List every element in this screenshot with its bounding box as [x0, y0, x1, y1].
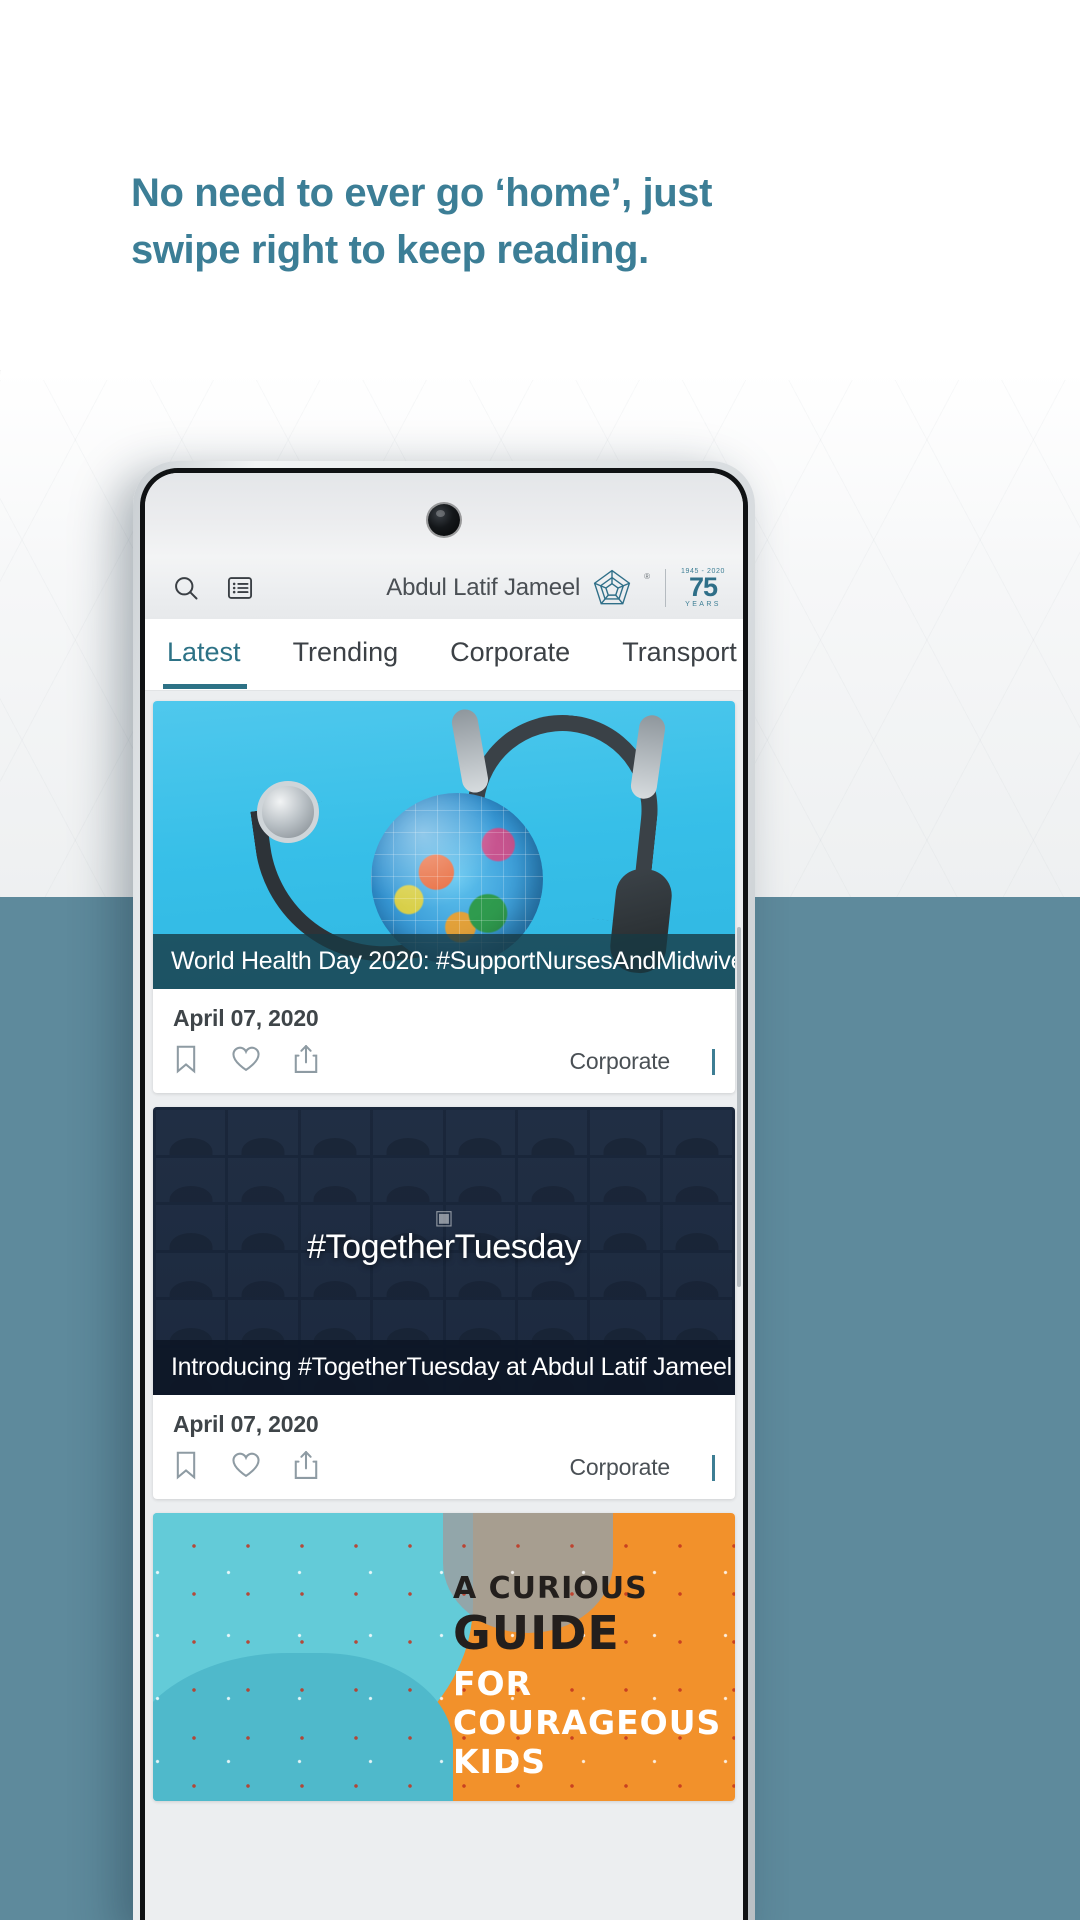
article-media[interactable]: World Health Day 2020: #SupportNursesAnd… [153, 701, 735, 989]
category-tabs: Latest Trending Corporate Transport [145, 619, 743, 691]
article-category[interactable]: Corporate [570, 1048, 671, 1075]
app-header: Abdul Latif Jameel ® 1945 - 2020 75 YEAR… [145, 557, 743, 619]
tab-trending[interactable]: Trending [293, 637, 399, 672]
article-caption: Introducing #TogetherTuesday at Abdul La… [153, 1340, 735, 1395]
list-view-icon[interactable] [223, 571, 257, 605]
article-caption: World Health Day 2020: #SupportNursesAnd… [153, 934, 735, 989]
phone-bezel: Abdul Latif Jameel ® 1945 - 2020 75 YEAR… [140, 468, 748, 1920]
phone-mockup: Abdul Latif Jameel ® 1945 - 2020 75 YEAR… [133, 461, 755, 1920]
feed-scrollbar[interactable] [737, 927, 741, 1287]
category-accent-bar [712, 1048, 715, 1075]
category-accent-bar [712, 1454, 715, 1481]
registered-mark: ® [644, 572, 651, 581]
article-card[interactable]: A CURIOUS GUIDE FOR COURAGEOUS KIDS [153, 1513, 735, 1801]
article-date: April 07, 2020 [173, 1005, 319, 1031]
status-bar-area [145, 473, 743, 557]
video-badge-icon: ▣ [434, 1206, 454, 1229]
article-feed[interactable]: World Health Day 2020: #SupportNursesAnd… [145, 691, 743, 1920]
header-branding: Abdul Latif Jameel ® 1945 - 2020 75 YEAR… [386, 568, 725, 608]
heart-icon[interactable] [231, 1451, 261, 1484]
article-actions: Corporate [173, 1450, 715, 1485]
article-body: April 07, 2020 Corporate [153, 989, 735, 1093]
article-media[interactable]: A CURIOUS GUIDE FOR COURAGEOUS KIDS [153, 1513, 735, 1801]
curious-guide-image: A CURIOUS GUIDE FOR COURAGEOUS KIDS [153, 1513, 735, 1801]
anniversary-badge: 1945 - 2020 75 YEARS [681, 568, 725, 607]
anniversary-number: 75 [688, 572, 718, 603]
brand-name: Abdul Latif Jameel [386, 574, 581, 601]
jameel-logo-icon [593, 569, 631, 605]
guide-line-2: FOR COURAGEOUS KIDS [453, 1664, 722, 1781]
tab-transport[interactable]: Transport [622, 637, 737, 672]
guide-line-1: A CURIOUS GUIDE [453, 1571, 648, 1660]
bookmark-icon[interactable] [173, 1044, 199, 1079]
article-actions: Corporate [173, 1044, 715, 1079]
guide-artwork-text: A CURIOUS GUIDE FOR COURAGEOUS KIDS [453, 1571, 723, 1781]
promo-headline: No need to ever go ‘home’, just swipe ri… [131, 165, 771, 279]
front-camera-icon [428, 504, 460, 536]
article-card[interactable]: World Health Day 2020: #SupportNursesAnd… [153, 701, 735, 1093]
promo-screenshot: No need to ever go ‘home’, just swipe ri… [0, 0, 1080, 1920]
headline-line-2: swipe right to keep reading. [131, 227, 649, 272]
article-category[interactable]: Corporate [570, 1454, 671, 1481]
media-overlay-title: #TogetherTuesday [307, 1227, 581, 1266]
header-left-controls [169, 571, 257, 605]
tab-corporate[interactable]: Corporate [450, 637, 570, 672]
anniversary-label: YEARS [685, 600, 721, 608]
phone-screen: Abdul Latif Jameel ® 1945 - 2020 75 YEAR… [145, 473, 743, 1920]
heart-icon[interactable] [231, 1045, 261, 1078]
article-card[interactable]: ▣ #TogetherTuesday Introducing #Together… [153, 1107, 735, 1499]
article-date: April 07, 2020 [173, 1411, 319, 1437]
share-icon[interactable] [293, 1450, 319, 1485]
tab-latest[interactable]: Latest [163, 637, 247, 689]
article-body: April 07, 2020 Corporate [153, 1395, 735, 1499]
article-media[interactable]: ▣ #TogetherTuesday Introducing #Together… [153, 1107, 735, 1395]
headline-line-1: No need to ever go ‘home’, just [131, 171, 713, 215]
bookmark-icon[interactable] [173, 1450, 199, 1485]
header-divider [665, 569, 667, 607]
search-icon[interactable] [169, 571, 203, 605]
share-icon[interactable] [293, 1044, 319, 1079]
